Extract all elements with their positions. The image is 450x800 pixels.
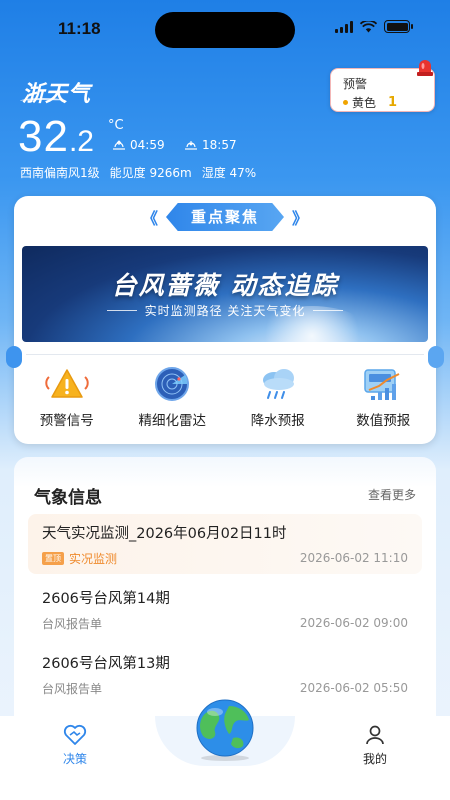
status-bar: 11:18 <box>0 0 450 58</box>
current-temperature: 32.2 <box>18 112 94 162</box>
chevron-right-icon: 》 <box>292 209 309 228</box>
list-item[interactable]: 2606号台风第13期 台风报告单 2026-06-02 05:50 <box>28 644 422 704</box>
shortcut-label: 预警信号 <box>39 413 94 429</box>
list-item-time: 2026-06-02 11:10 <box>299 551 408 565</box>
warning-level-label: 黄色 <box>352 96 377 110</box>
shortcut-radar[interactable]: 精细化雷达 <box>120 366 226 429</box>
status-icons <box>335 20 413 33</box>
banner-subtitle: 实时监测路径 关注天气变化 <box>144 304 306 318</box>
focus-title-badge: 重点聚焦 <box>166 203 284 231</box>
focus-card: 《 重点聚焦 》 台风蔷薇 动态追踪 实时监测路径 关注天气变化 预警信号 精细… <box>6 196 444 444</box>
card-notch-right <box>428 346 444 368</box>
warning-level: 黄色 1 <box>343 94 397 111</box>
sunset: 18:57 <box>184 138 237 152</box>
temperature-unit: °C <box>108 118 124 133</box>
list-item[interactable]: 天气实况监测_2026年06月02日11时 置顶 实况监测 2026-06-02… <box>28 514 422 574</box>
globe-icon[interactable] <box>189 698 261 762</box>
conditions-row: 西南偏南风1级 能见度 9266m 湿度 47% <box>20 164 256 181</box>
typhoon-banner[interactable]: 台风蔷薇 动态追踪 实时监测路径 关注天气变化 <box>22 246 428 342</box>
sunrise-time: 04:59 <box>130 138 165 152</box>
numeric-forecast-icon <box>364 369 400 400</box>
warning-title: 预警 <box>343 77 368 91</box>
list-item-title: 2606号台风第13期 <box>42 656 170 672</box>
wifi-icon <box>360 20 377 32</box>
siren-icon <box>417 60 433 76</box>
shortcut-warning-signal[interactable]: 预警信号 <box>14 366 120 429</box>
temperature-decimal: .2 <box>68 125 94 158</box>
status-time: 11:18 <box>58 19 101 38</box>
humidity-text: 湿度 47% <box>201 166 257 180</box>
dynamic-island <box>155 12 295 48</box>
sunrise: 04:59 <box>112 138 165 152</box>
logo-swoosh <box>20 98 66 104</box>
sunrise-icon <box>113 140 125 150</box>
sunset-icon <box>185 141 197 150</box>
nav-label: 我的 <box>362 752 387 766</box>
divider <box>26 354 424 355</box>
nav-decision[interactable]: 决策 <box>45 724 105 767</box>
shortcut-rain-forecast[interactable]: 降水预报 <box>225 366 331 429</box>
view-more-link[interactable]: 查看更多 <box>368 486 416 503</box>
list-item[interactable]: 2606号台风第14期 台风报告单 2026-06-02 09:00 <box>28 579 422 639</box>
list-item-tag: 台风报告单 <box>42 682 103 696</box>
list-item-time: 2026-06-02 05:50 <box>299 681 408 695</box>
nav-label: 决策 <box>62 752 87 766</box>
visibility-text: 能见度 9266m <box>109 166 192 180</box>
list-item-tag-text: 实况监测 <box>69 552 118 566</box>
rain-forecast-icon <box>262 369 294 399</box>
warning-count: 1 <box>388 95 398 110</box>
nav-mine[interactable]: 我的 <box>345 724 405 767</box>
user-icon <box>366 725 384 745</box>
warning-dot-icon <box>343 100 348 105</box>
shortcut-label: 精细化雷达 <box>138 413 207 429</box>
list-item-tag: 台风报告单 <box>42 617 103 631</box>
wind-text: 西南偏南风1级 <box>20 166 100 180</box>
card-notch-left <box>6 346 22 368</box>
focus-title: 重点聚焦 <box>190 208 259 226</box>
temperature-integer: 32 <box>18 112 69 161</box>
shortcut-grid: 预警信号 精细化雷达 降水预报 数值预报 <box>14 366 436 429</box>
shortcut-label: 降水预报 <box>250 413 305 429</box>
heart-handshake-icon <box>63 724 87 745</box>
radar-icon <box>155 367 190 401</box>
list-item-time: 2026-06-02 09:00 <box>299 616 408 630</box>
battery-icon <box>384 20 413 33</box>
pinned-chip: 置顶 <box>42 552 64 565</box>
cellular-signal-icon <box>335 20 353 33</box>
banner-title: 台风蔷薇 动态追踪 <box>111 271 339 300</box>
shortcut-numeric-forecast[interactable]: 数值预报 <box>331 366 437 429</box>
shortcut-label: 数值预报 <box>356 413 411 429</box>
sunset-time: 18:57 <box>202 138 237 152</box>
section-title: 气象信息 <box>34 488 102 508</box>
warning-signal-icon <box>45 369 89 398</box>
list-item-title: 天气实况监测_2026年06月02日11时 <box>42 526 287 542</box>
list-item-tag: 置顶 实况监测 <box>42 550 117 567</box>
chevron-left-icon: 《 <box>142 209 159 228</box>
list-item-title: 2606号台风第14期 <box>42 591 170 607</box>
